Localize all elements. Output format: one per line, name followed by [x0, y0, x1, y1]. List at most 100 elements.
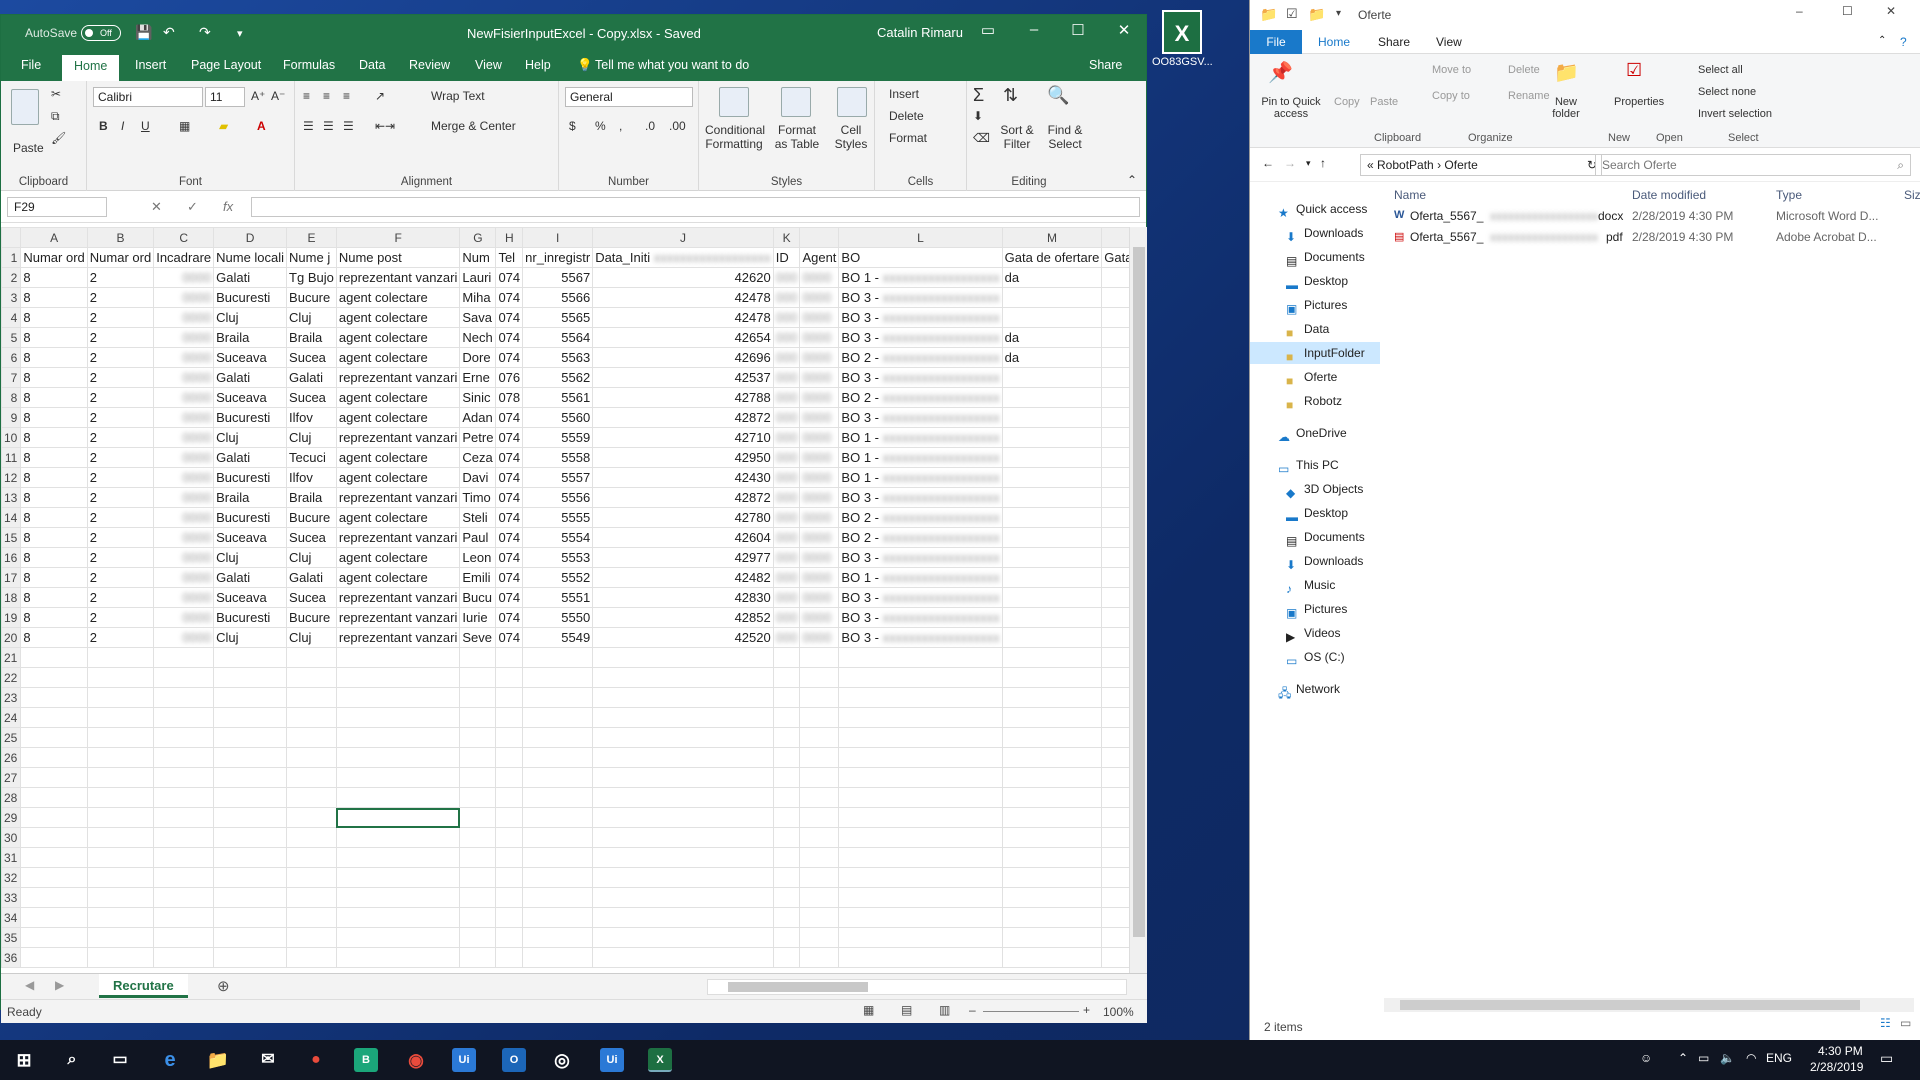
- row-header[interactable]: 19: [1, 607, 22, 628]
- task-view-icon[interactable]: ▭: [108, 1048, 132, 1072]
- font-name-select[interactable]: Calibri: [93, 87, 203, 107]
- search-icon[interactable]: ⌕: [60, 1048, 84, 1072]
- cell[interactable]: [335, 947, 461, 968]
- cell[interactable]: [1101, 567, 1129, 588]
- cell[interactable]: [153, 927, 215, 948]
- cell[interactable]: [1001, 867, 1103, 888]
- cell[interactable]: [592, 947, 774, 968]
- redacted-cell[interactable]: 000: [772, 407, 801, 428]
- cell[interactable]: [772, 787, 801, 808]
- cell[interactable]: [1001, 687, 1103, 708]
- cell[interactable]: Sava: [459, 307, 497, 328]
- recent-dropdown-icon[interactable]: ▾: [1306, 158, 1311, 169]
- cell[interactable]: BO 1 - xxxxxxxxxxxxxxxxxx: [838, 567, 1003, 588]
- fill-icon[interactable]: ⬇: [973, 109, 983, 123]
- cell[interactable]: [592, 667, 774, 688]
- cell[interactable]: 42520: [592, 627, 774, 648]
- cell[interactable]: [522, 787, 594, 808]
- cell[interactable]: [495, 787, 524, 808]
- cell[interactable]: [1001, 747, 1103, 768]
- pin-icon[interactable]: 📌: [1268, 60, 1293, 85]
- chrome-icon[interactable]: ◉: [404, 1048, 428, 1072]
- cell[interactable]: [772, 847, 801, 868]
- cell[interactable]: [153, 807, 215, 828]
- cell[interactable]: Galati: [213, 567, 288, 588]
- cell[interactable]: 8: [20, 387, 88, 408]
- redacted-cell[interactable]: 0000: [153, 407, 215, 428]
- cell[interactable]: [1001, 887, 1103, 908]
- cell[interactable]: Cluj: [213, 307, 288, 328]
- cell[interactable]: [799, 927, 840, 948]
- redacted-cell[interactable]: 000: [772, 427, 801, 448]
- cell[interactable]: reprezentant vanzari: [335, 527, 461, 548]
- cell[interactable]: Bucuresti: [213, 467, 288, 488]
- nav-desktop-pc[interactable]: ▬ Desktop: [1250, 502, 1380, 524]
- row-header[interactable]: 30: [1, 827, 22, 848]
- row-header[interactable]: 2: [1, 267, 22, 288]
- cell[interactable]: [799, 667, 840, 688]
- redacted-cell[interactable]: 0000: [799, 367, 840, 388]
- cell[interactable]: [1001, 907, 1103, 928]
- increase-decimal-icon[interactable]: .0: [645, 119, 655, 133]
- currency-icon[interactable]: $: [569, 119, 576, 133]
- header-cell[interactable]: Num: [459, 247, 497, 268]
- cell[interactable]: Suceava: [213, 527, 288, 548]
- cell[interactable]: [86, 727, 155, 748]
- cell[interactable]: [522, 647, 594, 668]
- cell[interactable]: [495, 867, 524, 888]
- cell-styles-button[interactable]: Cell Styles: [831, 123, 871, 151]
- start-icon[interactable]: ⊞: [12, 1048, 36, 1072]
- cell[interactable]: 8: [20, 267, 88, 288]
- row-header[interactable]: 28: [1, 787, 22, 808]
- row-header[interactable]: 20: [1, 627, 22, 648]
- cell[interactable]: BO 2 - xxxxxxxxxxxxxxxxxx: [838, 507, 1003, 528]
- tab-home[interactable]: Home: [1318, 35, 1350, 49]
- cell[interactable]: Cluj: [286, 547, 337, 568]
- properties-button[interactable]: Properties: [1614, 96, 1664, 108]
- redacted-cell[interactable]: 000: [772, 387, 801, 408]
- cell[interactable]: Suceava: [213, 387, 288, 408]
- vertical-scroll-thumb[interactable]: [1133, 247, 1145, 937]
- redacted-cell[interactable]: 000: [772, 447, 801, 468]
- cell[interactable]: [799, 807, 840, 828]
- nav-oferte[interactable]: ■ Oferte: [1250, 366, 1380, 388]
- cell[interactable]: [1001, 607, 1103, 628]
- cell[interactable]: [838, 707, 1003, 728]
- cell[interactable]: [1101, 707, 1129, 728]
- cell[interactable]: [20, 867, 88, 888]
- cell[interactable]: [86, 927, 155, 948]
- breadcrumb-robotpath[interactable]: RobotPath: [1377, 158, 1434, 172]
- cell[interactable]: 8: [20, 347, 88, 368]
- cell[interactable]: [213, 787, 288, 808]
- cell[interactable]: [1101, 347, 1129, 368]
- cell[interactable]: 074: [495, 567, 524, 588]
- cell[interactable]: [213, 827, 288, 848]
- cell[interactable]: agent colectare: [335, 287, 461, 308]
- formula-input[interactable]: [251, 197, 1140, 217]
- redacted-cell[interactable]: 0000: [153, 587, 215, 608]
- column-header[interactable]: H: [495, 227, 524, 248]
- cell[interactable]: [286, 727, 337, 748]
- cell[interactable]: [286, 787, 337, 808]
- cell[interactable]: [20, 827, 88, 848]
- address-bar[interactable]: « RobotPath › Oferte ↻: [1360, 154, 1602, 176]
- redacted-cell[interactable]: 000: [772, 287, 801, 308]
- normal-view-icon[interactable]: ▦: [863, 1003, 874, 1017]
- cell[interactable]: Lauri: [459, 267, 497, 288]
- cell[interactable]: [286, 687, 337, 708]
- cell[interactable]: [592, 907, 774, 928]
- cell[interactable]: 2: [86, 407, 155, 428]
- cell[interactable]: [286, 767, 337, 788]
- cell[interactable]: 078: [495, 387, 524, 408]
- cell[interactable]: reprezentant vanzari: [335, 607, 461, 628]
- cell[interactable]: [1101, 327, 1129, 348]
- header-cell[interactable]: Numar ord: [20, 247, 88, 268]
- cell[interactable]: [459, 647, 497, 668]
- redacted-cell[interactable]: 0000: [799, 567, 840, 588]
- copy-button[interactable]: Copy: [1334, 96, 1360, 108]
- cell[interactable]: 2: [86, 347, 155, 368]
- cell[interactable]: [592, 807, 774, 828]
- cell[interactable]: 8: [20, 527, 88, 548]
- cell[interactable]: [495, 687, 524, 708]
- qat-dropdown-icon[interactable]: ▾: [1336, 8, 1341, 19]
